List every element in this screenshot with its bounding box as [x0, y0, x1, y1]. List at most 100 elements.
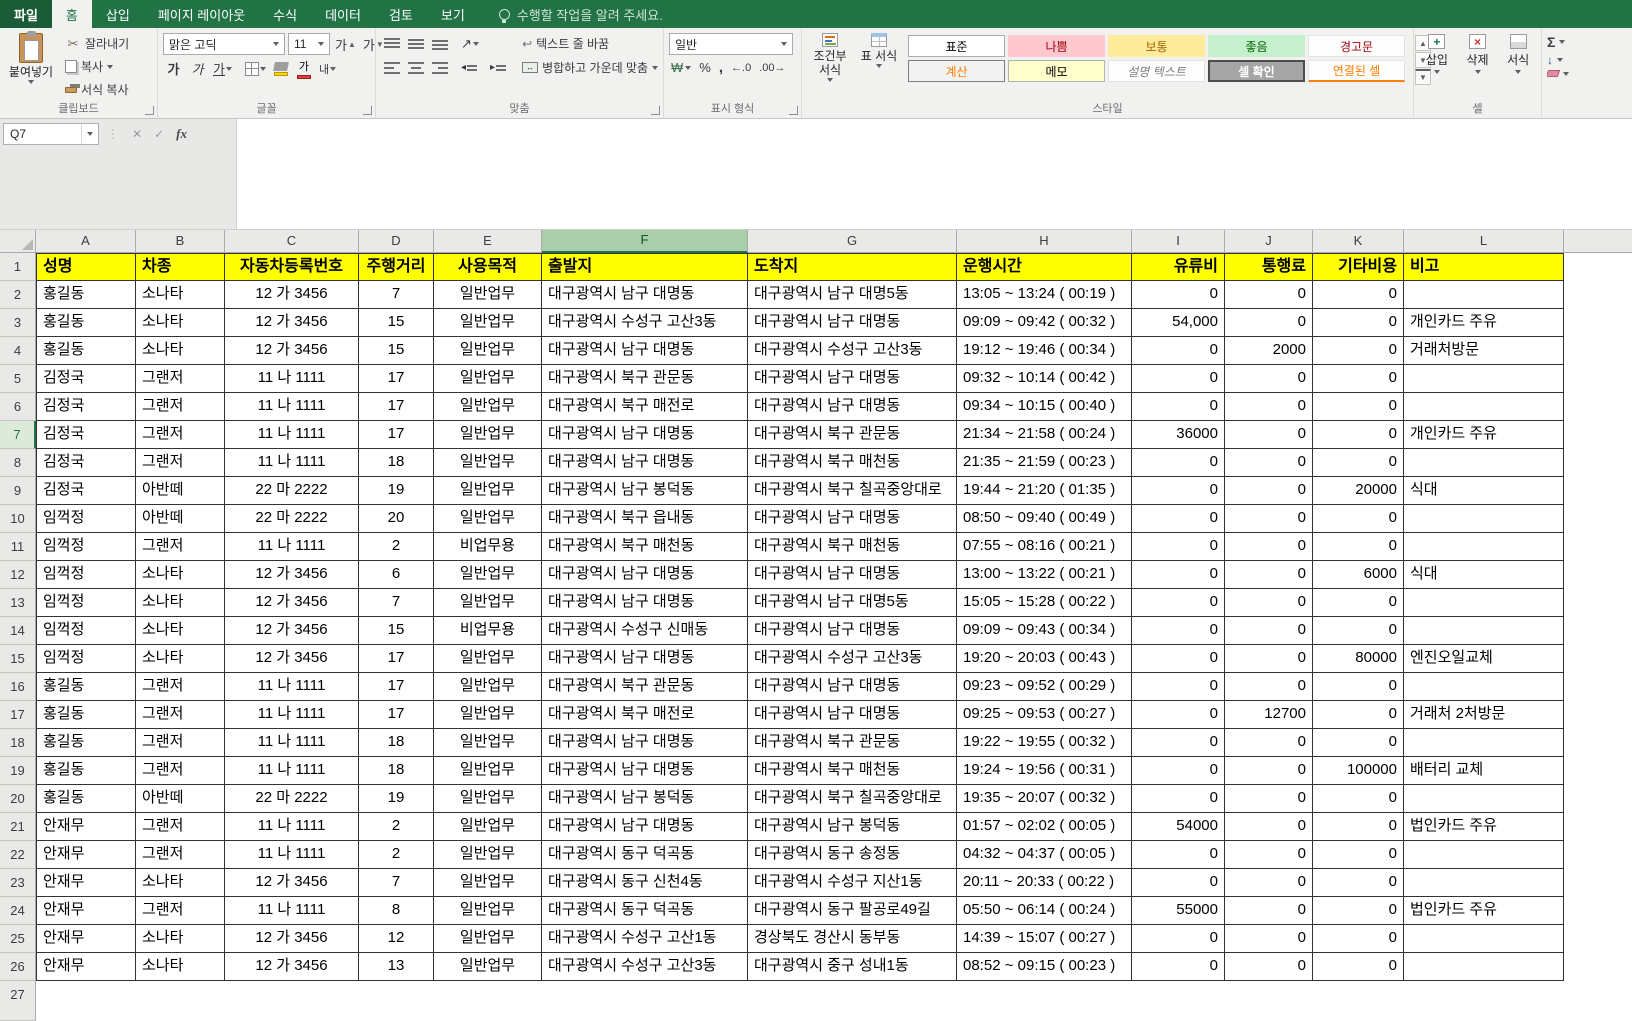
- row-header-10[interactable]: 10: [0, 505, 36, 533]
- cell-B21[interactable]: 그랜저: [136, 813, 225, 841]
- merge-center-button[interactable]: ↔ 병합하고 가운데 맞춤: [519, 57, 661, 78]
- cell-L19[interactable]: 배터리 교체: [1404, 757, 1564, 785]
- cell-K9[interactable]: 20000: [1313, 477, 1404, 505]
- cell-A18[interactable]: 홍길동: [36, 729, 136, 757]
- cell-I16[interactable]: 0: [1132, 673, 1225, 701]
- cell-K5[interactable]: 0: [1313, 365, 1404, 393]
- cell-J13[interactable]: 0: [1225, 589, 1313, 617]
- cell-K22[interactable]: 0: [1313, 841, 1404, 869]
- cell-I7[interactable]: 36000: [1132, 421, 1225, 449]
- cell-E14[interactable]: 비업무용: [434, 617, 542, 645]
- cell-C15[interactable]: 12 가 3456: [225, 645, 359, 673]
- cell-E18[interactable]: 일반업무: [434, 729, 542, 757]
- cell-E22[interactable]: 일반업무: [434, 841, 542, 869]
- cell-L12[interactable]: 식대: [1404, 561, 1564, 589]
- cell-D13[interactable]: 7: [359, 589, 434, 617]
- tab-파일[interactable]: 파일: [0, 0, 52, 28]
- cell-J18[interactable]: 0: [1225, 729, 1313, 757]
- cell-K15[interactable]: 80000: [1313, 645, 1404, 673]
- cell-F6[interactable]: 대구광역시 북구 매전로: [542, 393, 748, 421]
- cell-D6[interactable]: 17: [359, 393, 434, 421]
- cell-C16[interactable]: 11 나 1111: [225, 673, 359, 701]
- tab-페이지 레이아웃[interactable]: 페이지 레이아웃: [144, 0, 259, 28]
- font-dialog-launcher-icon[interactable]: [363, 106, 372, 115]
- percent-style-button[interactable]: %: [697, 59, 713, 76]
- cell-H1[interactable]: 운행시간: [957, 253, 1132, 281]
- cell-J8[interactable]: 0: [1225, 449, 1313, 477]
- cell-A15[interactable]: 임꺽정: [36, 645, 136, 673]
- cell-K19[interactable]: 100000: [1313, 757, 1404, 785]
- cell-H10[interactable]: 08:50 ~ 09:40 ( 00:49 ): [957, 505, 1132, 533]
- cell-E16[interactable]: 일반업무: [434, 673, 542, 701]
- cell-J26[interactable]: 0: [1225, 953, 1313, 981]
- cell-K24[interactable]: 0: [1313, 897, 1404, 925]
- cell-F12[interactable]: 대구광역시 남구 대명동: [542, 561, 748, 589]
- cell-K21[interactable]: 0: [1313, 813, 1404, 841]
- cell-D16[interactable]: 17: [359, 673, 434, 701]
- cell-J19[interactable]: 0: [1225, 757, 1313, 785]
- cell-E1[interactable]: 사용목적: [434, 253, 542, 281]
- cell-I4[interactable]: 0: [1132, 337, 1225, 365]
- cell-G12[interactable]: 대구광역시 남구 대명동: [748, 561, 957, 589]
- format-painter-button[interactable]: 서식 복사: [62, 79, 132, 100]
- cell-B9[interactable]: 아반떼: [136, 477, 225, 505]
- cell-E11[interactable]: 비업무용: [434, 533, 542, 561]
- cell-K7[interactable]: 0: [1313, 421, 1404, 449]
- cell-A7[interactable]: 김정국: [36, 421, 136, 449]
- cell-K3[interactable]: 0: [1313, 309, 1404, 337]
- row-header-2[interactable]: 2: [0, 281, 36, 309]
- cell-B18[interactable]: 그랜저: [136, 729, 225, 757]
- cell-H7[interactable]: 21:34 ~ 21:58 ( 00:24 ): [957, 421, 1132, 449]
- cell-A21[interactable]: 안재무: [36, 813, 136, 841]
- cell-L5[interactable]: [1404, 365, 1564, 393]
- cell-style-good[interactable]: 좋음: [1208, 35, 1305, 57]
- select-all-button[interactable]: [0, 230, 36, 253]
- cell-F1[interactable]: 출발지: [542, 253, 748, 281]
- row-header-12[interactable]: 12: [0, 561, 36, 589]
- cell-style-normal[interactable]: 표준: [908, 35, 1005, 57]
- cell-J23[interactable]: 0: [1225, 869, 1313, 897]
- cell-E26[interactable]: 일반업무: [434, 953, 542, 981]
- cell-I20[interactable]: 0: [1132, 785, 1225, 813]
- cell-G14[interactable]: 대구광역시 남구 대명동: [748, 617, 957, 645]
- cell-I14[interactable]: 0: [1132, 617, 1225, 645]
- cell-G15[interactable]: 대구광역시 수성구 고산3동: [748, 645, 957, 673]
- cell-K17[interactable]: 0: [1313, 701, 1404, 729]
- cell-H2[interactable]: 13:05 ~ 13:24 ( 00:19 ): [957, 281, 1132, 309]
- cell-B2[interactable]: 소나타: [136, 281, 225, 309]
- cell-J7[interactable]: 0: [1225, 421, 1313, 449]
- cell-A5[interactable]: 김정국: [36, 365, 136, 393]
- cell-I11[interactable]: 0: [1132, 533, 1225, 561]
- cell-G11[interactable]: 대구광역시 북구 매천동: [748, 533, 957, 561]
- cell-K4[interactable]: 0: [1313, 337, 1404, 365]
- number-dialog-launcher-icon[interactable]: [789, 106, 798, 115]
- formula-bar-drag-handle[interactable]: ⋮: [107, 127, 120, 141]
- cell-D15[interactable]: 17: [359, 645, 434, 673]
- cell-J14[interactable]: 0: [1225, 617, 1313, 645]
- cell-style-linked[interactable]: 연결된 셀: [1308, 60, 1405, 82]
- column-header-A[interactable]: A: [36, 230, 136, 253]
- cell-J9[interactable]: 0: [1225, 477, 1313, 505]
- align-bottom-button[interactable]: [429, 33, 450, 54]
- cell-C10[interactable]: 22 마 2222: [225, 505, 359, 533]
- cell-G17[interactable]: 대구광역시 남구 대명동: [748, 701, 957, 729]
- cell-B1[interactable]: 차종: [136, 253, 225, 281]
- cell-D5[interactable]: 17: [359, 365, 434, 393]
- tab-수식[interactable]: 수식: [259, 0, 311, 28]
- cell-A19[interactable]: 홍길동: [36, 757, 136, 785]
- cell-D21[interactable]: 2: [359, 813, 434, 841]
- cell-L26[interactable]: [1404, 953, 1564, 981]
- accounting-format-button[interactable]: ₩: [669, 59, 693, 76]
- cell-I15[interactable]: 0: [1132, 645, 1225, 673]
- cell-A9[interactable]: 김정국: [36, 477, 136, 505]
- cell-G16[interactable]: 대구광역시 남구 대명동: [748, 673, 957, 701]
- cell-E10[interactable]: 일반업무: [434, 505, 542, 533]
- cell-style-note[interactable]: 메모: [1008, 60, 1105, 82]
- cell-G25[interactable]: 경상북도 경산시 동부동: [748, 925, 957, 953]
- cell-H13[interactable]: 15:05 ~ 15:28 ( 00:22 ): [957, 589, 1132, 617]
- row-header-11[interactable]: 11: [0, 533, 36, 561]
- row-header-4[interactable]: 4: [0, 337, 36, 365]
- cell-I23[interactable]: 0: [1132, 869, 1225, 897]
- cell-B24[interactable]: 그랜저: [136, 897, 225, 925]
- cell-B6[interactable]: 그랜저: [136, 393, 225, 421]
